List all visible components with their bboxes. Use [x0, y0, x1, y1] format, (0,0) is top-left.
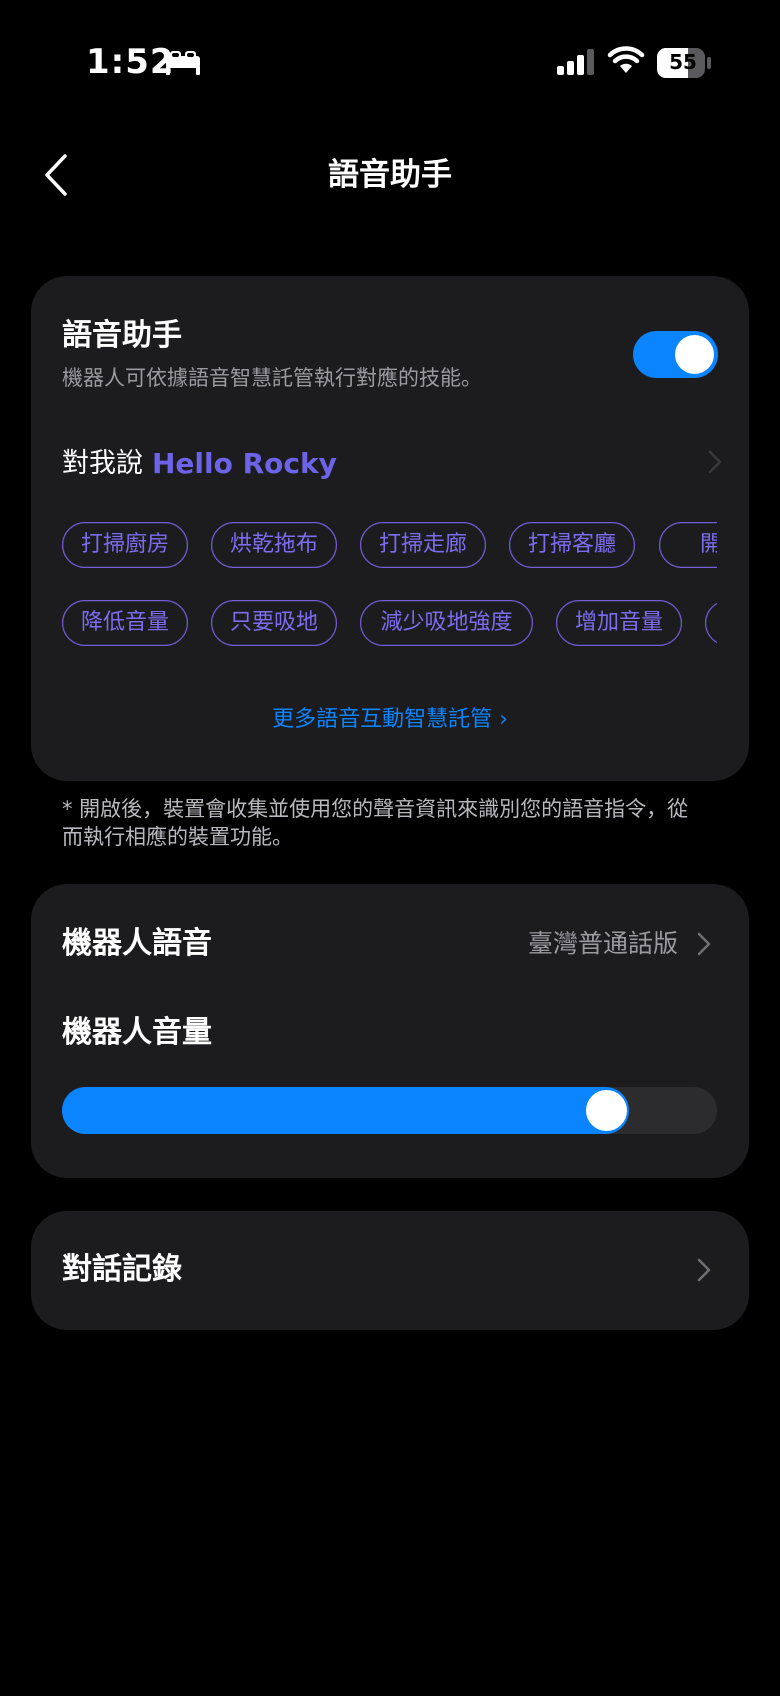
volume-slider-thumb[interactable] — [585, 1090, 627, 1131]
volume-slider[interactable] — [62, 1087, 717, 1134]
wake-word: Hello Rocky — [152, 447, 337, 480]
robot-volume-label: 機器人音量 — [62, 1015, 212, 1050]
command-chip[interactable]: 打掃走廊 — [360, 522, 486, 568]
command-chip[interactable] — [705, 600, 717, 646]
command-chips-row: 打掃廚房 烘乾拖布 打掃走廊 打掃客廳 開始 — [62, 522, 717, 572]
assistant-toggle[interactable] — [633, 331, 718, 378]
toggle-knob — [675, 335, 714, 374]
command-chip[interactable]: 開始 — [659, 522, 717, 568]
battery-level: 55 — [669, 50, 697, 74]
command-chips-row: 降低音量 只要吸地 減少吸地強度 增加音量 — [62, 600, 717, 650]
cellular-signal-icon — [557, 49, 595, 79]
command-chip[interactable]: 增加音量 — [556, 600, 682, 646]
conversation-history-label: 對話記錄 — [62, 1252, 182, 1287]
chevron-right-icon — [697, 1258, 711, 1286]
bed-icon — [165, 50, 201, 80]
wake-word-label: 對我說 — [62, 448, 143, 479]
chevron-right-icon — [708, 450, 722, 478]
volume-slider-fill — [62, 1087, 629, 1134]
chevron-right-icon — [697, 932, 711, 960]
command-chip[interactable]: 只要吸地 — [211, 600, 337, 646]
page-title: 語音助手 — [328, 157, 452, 193]
command-chip[interactable]: 降低音量 — [62, 600, 188, 646]
robot-voice-label[interactable]: 機器人語音 — [62, 924, 212, 964]
wifi-icon — [607, 46, 645, 80]
command-chip[interactable]: 打掃客廳 — [509, 522, 635, 568]
assistant-description: 機器人可依據語音智慧託管執行對應的技能。 — [62, 366, 482, 390]
wake-word-row[interactable]: 對我說 Hello Rocky — [62, 440, 722, 488]
status-time: 1:52 — [86, 42, 175, 82]
assistant-title: 語音助手 — [62, 318, 182, 353]
command-chip[interactable]: 減少吸地強度 — [360, 600, 533, 646]
privacy-disclaimer: * 開啟後，裝置會收集並使用您的聲音資訊來識別您的語音指令，從而執行相應的裝置功… — [62, 797, 689, 849]
command-chip[interactable]: 烘乾拖布 — [211, 522, 337, 568]
robot-voice-value[interactable]: 臺灣普通話版 — [420, 924, 678, 964]
more-commands-link[interactable]: 更多語音互動智慧託管 › — [0, 700, 780, 740]
command-chip[interactable]: 打掃廚房 — [62, 522, 188, 568]
